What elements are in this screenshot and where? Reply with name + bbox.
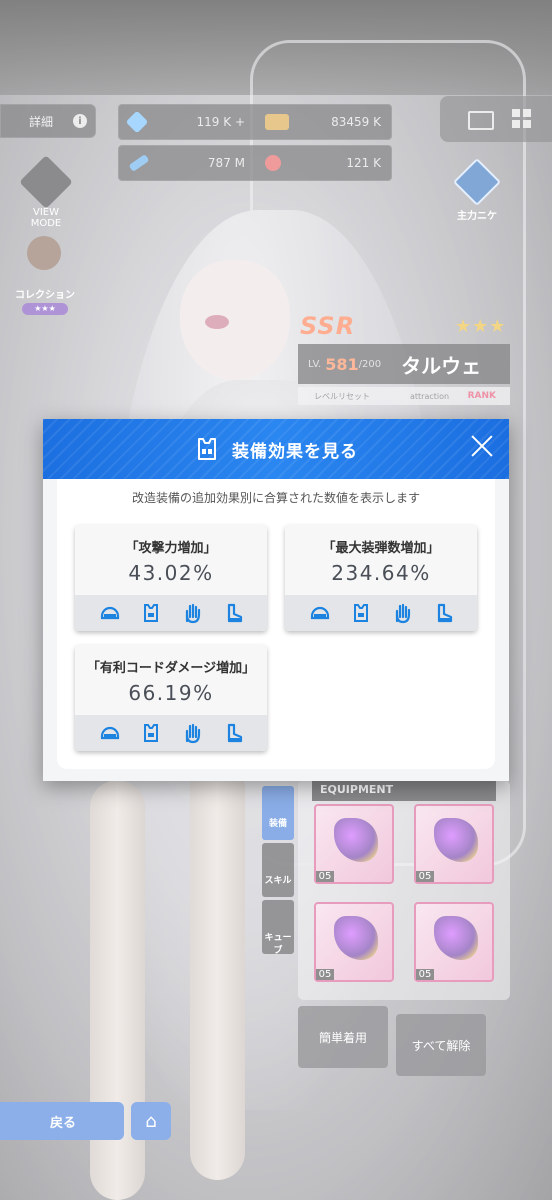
boots-icon	[227, 723, 242, 743]
glove-icon	[395, 603, 410, 624]
effect-label: 「最大装弾数増加」	[322, 541, 440, 556]
equipment-effect-modal: 装備効果を見る 改造装備の追加効果別に合算された数値を表示します 「攻撃力増加」…	[43, 419, 509, 781]
boots-icon	[437, 603, 452, 623]
equipment-icon-row	[75, 595, 267, 631]
effect-value: 66.19%	[128, 681, 214, 705]
close-icon[interactable]	[467, 431, 497, 461]
effect-value: 43.02%	[128, 561, 214, 585]
effect-card-max-ammo: 「最大装弾数増加」 234.64%	[285, 525, 477, 631]
helmet-icon	[310, 606, 329, 620]
modal-title: 装備効果を見る	[232, 441, 358, 462]
helmet-icon	[100, 606, 119, 620]
effect-value: 234.64%	[331, 561, 431, 585]
helmet-icon	[100, 726, 119, 740]
modal-body: 改造装備の追加効果別に合算された数値を表示します 「攻撃力増加」 43.02% …	[57, 479, 495, 769]
armor-vest-icon	[198, 438, 216, 460]
effect-card-code-damage: 「有利コードダメージ増加」 66.19%	[75, 645, 267, 751]
glove-icon	[185, 603, 200, 624]
modal-description: 改造装備の追加効果別に合算された数値を表示します	[131, 491, 420, 505]
boots-icon	[227, 603, 242, 623]
equipment-icon-row	[285, 595, 477, 631]
effect-label: 「攻撃力増加」	[125, 541, 217, 556]
effect-card-attack: 「攻撃力増加」 43.02%	[75, 525, 267, 631]
equipment-icon-row	[75, 715, 267, 751]
modal-header: 装備効果を見る	[43, 419, 509, 479]
effect-label: 「有利コードダメージ増加」	[86, 661, 256, 676]
glove-icon	[185, 723, 200, 744]
armor-vest-icon	[353, 604, 368, 622]
armor-vest-icon	[143, 604, 158, 622]
armor-vest-icon	[143, 724, 158, 742]
